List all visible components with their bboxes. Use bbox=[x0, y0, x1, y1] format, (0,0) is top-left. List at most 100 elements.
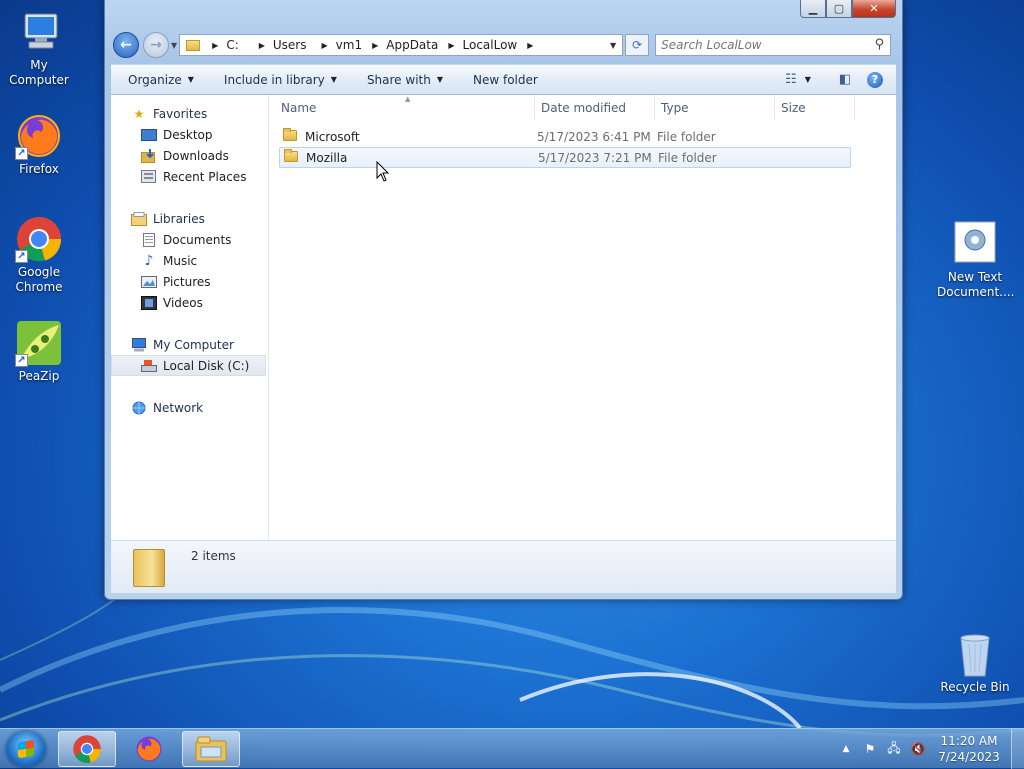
maximize-button[interactable]: ▢ bbox=[826, 0, 852, 18]
breadcrumb: ▶ C: ▶ Users ▶ vm1 ▶ AppData ▶ LocalLow … bbox=[206, 38, 541, 52]
nav-item-music[interactable]: ♪ Music bbox=[111, 250, 268, 271]
firefox-icon: ↗ bbox=[15, 112, 63, 160]
firefox-icon bbox=[136, 736, 162, 762]
nav-network[interactable]: Network bbox=[111, 397, 268, 418]
nav-item-videos[interactable]: Videos bbox=[111, 292, 268, 313]
change-view-button[interactable]: ☷ ▼ bbox=[776, 65, 820, 94]
nav-libraries[interactable]: Libraries bbox=[111, 208, 268, 229]
details-pane: 2 items bbox=[111, 540, 896, 593]
nav-label: Videos bbox=[163, 295, 203, 310]
new-folder-button[interactable]: New folder bbox=[455, 73, 550, 87]
chevron-down-icon: ▼ bbox=[330, 75, 337, 84]
help-icon: ? bbox=[867, 71, 883, 88]
search-icon[interactable]: ⚲ bbox=[875, 37, 885, 52]
file-name: Microsoft bbox=[305, 129, 360, 144]
breadcrumb-users[interactable]: Users bbox=[273, 38, 307, 52]
include-in-library-button[interactable]: Include in library ▼ bbox=[206, 73, 349, 87]
clock[interactable]: 11:20 AM 7/24/2023 bbox=[933, 733, 1005, 765]
chevron-right-icon[interactable]: ▶ bbox=[372, 41, 378, 50]
navigation-bar: ← → ▼ ▶ C: ▶ Users ▶ vm1 ▶ AppData ▶ Loc… bbox=[113, 30, 896, 60]
chrome-icon: ↗ bbox=[15, 215, 63, 263]
refresh-button[interactable]: ⟳ bbox=[625, 34, 650, 56]
desktop-icon-peazip[interactable]: ↗ PeaZip bbox=[1, 319, 77, 384]
nav-item-desktop[interactable]: Desktop bbox=[111, 124, 268, 145]
chevron-right-icon[interactable]: ▶ bbox=[322, 41, 328, 50]
shortcut-arrow-icon: ↗ bbox=[15, 147, 28, 160]
documents-icon bbox=[141, 232, 157, 247]
search-input[interactable] bbox=[659, 37, 864, 53]
column-header-name[interactable]: Name bbox=[269, 95, 535, 121]
breadcrumb-locallow[interactable]: LocalLow bbox=[463, 38, 518, 52]
text-document-icon bbox=[951, 220, 999, 268]
minimize-button[interactable]: ▁ bbox=[800, 0, 826, 18]
taskbar-firefox-button[interactable] bbox=[120, 731, 178, 767]
item-count: 2 items bbox=[191, 549, 236, 563]
breadcrumb-vm1[interactable]: vm1 bbox=[336, 38, 362, 52]
show-desktop-button[interactable] bbox=[1011, 729, 1024, 769]
desktop-icon bbox=[141, 128, 157, 142]
organize-label: Organize bbox=[128, 72, 182, 87]
shortcut-arrow-icon: ↗ bbox=[15, 354, 28, 367]
desktop-icon-new-text-document[interactable]: New Text Document.... bbox=[937, 220, 1014, 300]
share-with-button[interactable]: Share with ▼ bbox=[349, 73, 455, 87]
file-row[interactable]: Mozilla 5/17/2023 7:21 PM File folder bbox=[279, 147, 851, 168]
chevron-right-icon[interactable]: ▶ bbox=[259, 41, 265, 50]
column-headers: Name Date modified Type Size bbox=[269, 95, 896, 121]
command-bar: Organize ▼ Include in library ▼ Share with… bbox=[111, 64, 896, 95]
action-center-flag-icon[interactable]: ⚑ bbox=[861, 740, 879, 758]
desktop-icon-label: PeaZip bbox=[18, 369, 60, 383]
chevron-right-icon[interactable]: ▶ bbox=[448, 41, 454, 50]
window-controls: ▁ ▢ ✕ bbox=[800, 0, 896, 18]
nav-item-pictures[interactable]: Pictures bbox=[111, 271, 268, 292]
nav-label: Desktop bbox=[163, 127, 213, 142]
nav-item-downloads[interactable]: Downloads bbox=[111, 145, 268, 166]
nav-my-computer[interactable]: My Computer bbox=[111, 334, 268, 355]
nav-item-local-disk-c[interactable]: Local Disk (C:) bbox=[111, 355, 266, 376]
chevron-right-icon[interactable]: ▶ bbox=[527, 41, 533, 50]
desktop-icon-label: My Computer bbox=[9, 58, 69, 87]
nav-label: Pictures bbox=[163, 274, 211, 289]
share-with-label: Share with bbox=[366, 72, 431, 87]
nav-item-documents[interactable]: Documents bbox=[111, 229, 268, 250]
help-button[interactable]: ? bbox=[860, 65, 890, 94]
taskbar-explorer-button[interactable] bbox=[182, 731, 240, 767]
address-history-dropdown-icon[interactable]: ▼ bbox=[610, 41, 616, 50]
explorer-content: ★ Favorites Desktop Downloads Recent Plac… bbox=[111, 95, 896, 540]
nav-item-recent-places[interactable]: Recent Places bbox=[111, 166, 268, 187]
taskbar-chrome-button[interactable] bbox=[58, 731, 116, 767]
close-button[interactable]: ✕ bbox=[852, 0, 896, 18]
desktop-icon-my-computer[interactable]: My Computer bbox=[1, 8, 77, 88]
preview-pane-button[interactable]: ◧ bbox=[830, 65, 860, 94]
nav-favorites[interactable]: ★ Favorites bbox=[111, 103, 268, 124]
search-box: ⚲ bbox=[655, 34, 892, 56]
maximize-icon: ▢ bbox=[833, 2, 845, 15]
recent-pages-dropdown[interactable]: ▼ bbox=[171, 41, 177, 50]
start-button[interactable] bbox=[6, 731, 46, 767]
column-header-date-modified[interactable]: Date modified bbox=[535, 95, 655, 121]
arrow-right-icon: → bbox=[150, 37, 162, 53]
chevron-right-icon[interactable]: ▶ bbox=[212, 41, 218, 50]
drive-icon bbox=[141, 359, 157, 373]
organize-button[interactable]: Organize ▼ bbox=[111, 73, 206, 87]
desktop-icon-recycle-bin[interactable]: Recycle Bin bbox=[937, 630, 1013, 695]
desktop-icon-google-chrome[interactable]: ↗ Google Chrome bbox=[1, 215, 77, 295]
desktop-icon-firefox[interactable]: ↗ Firefox bbox=[1, 112, 77, 177]
file-row[interactable]: Microsoft 5/17/2023 6:41 PM File folder bbox=[279, 126, 851, 147]
folder-icon bbox=[283, 127, 297, 141]
address-bar[interactable]: ▶ C: ▶ Users ▶ vm1 ▶ AppData ▶ LocalLow … bbox=[179, 34, 624, 56]
nav-label: Music bbox=[163, 253, 198, 268]
network-status-icon[interactable]: 🖧 bbox=[885, 740, 903, 758]
taskbar: ▲ ⚑ 🖧 🔇 11:20 AM 7/24/2023 bbox=[0, 728, 1024, 769]
show-hidden-icons-button[interactable]: ▲ bbox=[837, 740, 855, 758]
clock-time: 11:20 AM bbox=[940, 734, 998, 748]
folder-icon bbox=[284, 148, 298, 162]
column-header-type[interactable]: Type bbox=[655, 95, 775, 121]
minimize-icon: ▁ bbox=[808, 2, 818, 15]
file-date: 5/17/2023 7:21 PM bbox=[538, 150, 652, 165]
forward-button[interactable]: → bbox=[143, 32, 169, 58]
column-header-size[interactable]: Size bbox=[775, 95, 855, 121]
breadcrumb-appdata[interactable]: AppData bbox=[386, 38, 438, 52]
back-button[interactable]: ← bbox=[113, 32, 139, 58]
volume-muted-icon[interactable]: 🔇 bbox=[909, 740, 927, 758]
breadcrumb-c[interactable]: C: bbox=[226, 38, 238, 52]
